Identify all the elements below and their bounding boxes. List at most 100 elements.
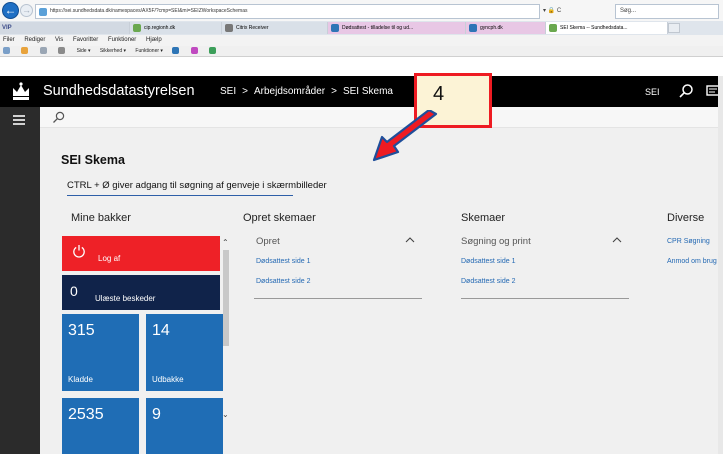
chevron-down-icon[interactable]: ⌄ <box>222 410 229 419</box>
tile-count: 315 <box>68 322 95 339</box>
divider <box>461 298 629 299</box>
logoff-tile[interactable]: Log af <box>62 236 220 271</box>
command-bar: Side ▾ Sikkerhed ▾ Funktioner ▾ <box>0 46 723 57</box>
print-icon[interactable] <box>58 47 67 55</box>
tile-count: 0 <box>70 283 78 299</box>
divider <box>254 298 422 299</box>
breadcrumb: SEI > Arbejdsområder > SEI Skema <box>220 84 393 99</box>
menu-funktioner[interactable]: Funktioner <box>108 37 136 43</box>
browser-search-input[interactable]: Søg... <box>615 4 719 19</box>
heading-diverse: Diverse <box>667 212 705 224</box>
chevron-up-icon[interactable] <box>612 235 622 245</box>
link-cpr-sogning[interactable]: CPR Søgning <box>667 238 710 245</box>
udbakke-tile[interactable]: 14 Udbakke <box>146 314 223 391</box>
arrow-icon <box>372 110 438 162</box>
tip-underline <box>67 195 293 196</box>
chevron-up-icon[interactable]: ⌃ <box>222 238 229 247</box>
nav-rail <box>0 107 40 454</box>
menu-favoritter[interactable]: Favoritter <box>73 37 98 43</box>
cmd-funktioner[interactable]: Funktioner ▾ <box>135 48 163 54</box>
tiles-scrollbar[interactable]: ⌃ ⌄ <box>222 236 230 454</box>
cmd-sikkerhed[interactable]: Sikkerhed ▾ <box>100 48 126 54</box>
heading-skemaer: Skemaer <box>461 212 506 224</box>
section-sogning-og-print[interactable]: Søgning og print <box>461 236 531 247</box>
tile-count-2535[interactable]: 2535 <box>62 398 139 454</box>
back-button[interactable]: ← <box>2 2 19 19</box>
shortcut-tip: CTRL + Ø giver adgang til søgning af gen… <box>67 180 327 191</box>
search-icon[interactable] <box>52 111 65 124</box>
crumb-sei[interactable]: SEI <box>220 86 236 97</box>
tile-label: Ulæste beskeder <box>95 294 156 303</box>
site-icon <box>39 8 47 16</box>
address-tools[interactable]: ▾ 🔒 C <box>543 4 613 19</box>
tab-label: SEI Skema -- Sundhedsdata... <box>560 25 628 31</box>
tile-count: 2535 <box>68 406 104 423</box>
tile-count: 14 <box>152 322 170 339</box>
tab-label: Citrix Receiver <box>236 25 269 31</box>
tab-dodsattest[interactable]: Dødsattest - tilladelse til og ud... <box>328 22 466 34</box>
menu-filer[interactable]: Filer <box>3 37 15 43</box>
new-tab-button[interactable] <box>668 23 680 33</box>
help-icon[interactable] <box>172 47 181 55</box>
menu-bar: Filer Rediger Vis Favoritter Funktioner … <box>0 35 723 46</box>
tile-count-9[interactable]: 9 <box>146 398 223 454</box>
step-number: 4 <box>433 83 445 105</box>
tab-citrix[interactable]: Citrix Receiver <box>222 22 328 34</box>
screen: ← → https://sei.sundhedsdata.dk/namespac… <box>0 0 723 454</box>
tab-label: cip.regionh.dk <box>144 25 176 31</box>
tile-count: 9 <box>152 406 161 423</box>
crown-icon <box>13 82 29 100</box>
page-icon <box>469 24 477 32</box>
tab-gyncph[interactable]: gyncph.dk <box>466 22 546 34</box>
menu-rediger[interactable]: Rediger <box>24 37 45 43</box>
workspace: SEI Skema CTRL + Ø giver adgang til søgn… <box>40 128 723 454</box>
chevron-up-icon[interactable] <box>405 235 415 245</box>
address-bar[interactable]: https://sei.sundhedsdata.dk/namespaces/A… <box>35 4 540 19</box>
crumb-separator: > <box>331 86 337 97</box>
link-opret-dodsattest-1[interactable]: Dødsattest side 1 <box>256 258 310 265</box>
crumb-separator: > <box>242 86 248 97</box>
page-icon <box>133 24 141 32</box>
app-title[interactable]: Sundhedsdatastyrelsen <box>43 83 195 100</box>
citrix-icon <box>225 24 233 32</box>
crumb-arbejdsomraader[interactable]: Arbejdsområder <box>254 86 325 97</box>
link-opret-dodsattest-2[interactable]: Dødsattest side 2 <box>256 278 310 285</box>
crumb-sei-skema[interactable]: SEI Skema <box>343 86 393 97</box>
tile-label: Udbakke <box>152 375 184 384</box>
mail-icon[interactable] <box>39 47 49 55</box>
app-header: Sundhedsdatastyrelsen SEI > Arbejdsområder… <box>0 76 723 107</box>
tab-label: Dødsattest - tilladelse til og ud... <box>342 25 414 31</box>
forward-button[interactable]: → <box>20 4 33 17</box>
section-opret[interactable]: Opret <box>256 236 280 247</box>
power-icon <box>73 245 85 258</box>
tab-cip[interactable]: cip.regionh.dk <box>130 22 222 34</box>
user-label[interactable]: SEI <box>645 85 660 99</box>
search-icon[interactable] <box>678 83 694 99</box>
heading-opret-skemaer: Opret skemaer <box>243 212 316 224</box>
tab-sei-skema[interactable]: SEI Skema -- Sundhedsdata... <box>546 22 668 34</box>
page-icon <box>549 24 557 32</box>
feeds-icon[interactable] <box>21 47 30 55</box>
tab-vip[interactable]: VIP <box>0 22 130 34</box>
tab-strip: VIP cip.regionh.dk Citrix Receiver Dødsa… <box>0 21 723 35</box>
scroll-thumb[interactable] <box>223 250 229 346</box>
cmd-side[interactable]: Side ▾ <box>77 48 91 54</box>
hamburger-icon[interactable] <box>13 115 25 125</box>
address-text: https://sei.sundhedsdata.dk/namespaces/A… <box>50 8 248 14</box>
page-edge <box>718 76 723 454</box>
home-icon[interactable] <box>3 47 12 55</box>
link-search-dodsattest-2[interactable]: Dødsattest side 2 <box>461 278 515 285</box>
menu-vis[interactable]: Vis <box>55 37 63 43</box>
page-icon <box>331 24 339 32</box>
tile-label: Log af <box>98 254 121 263</box>
link-anmod-om-brug[interactable]: Anmod om brug <box>667 258 717 265</box>
addon-icon[interactable] <box>190 47 200 55</box>
addon-icon[interactable] <box>209 47 218 55</box>
link-search-dodsattest-1[interactable]: Dødsattest side 1 <box>461 258 515 265</box>
heading-mine-bakker: Mine bakker <box>71 212 131 224</box>
menu-hjaelp[interactable]: Hjælp <box>146 37 162 43</box>
tiles-panel: Log af 0 Ulæste beskeder 315 Kladde 14 U… <box>62 236 230 454</box>
unread-messages-tile[interactable]: 0 Ulæste beskeder <box>62 275 220 310</box>
tile-label: Kladde <box>68 375 93 384</box>
kladde-tile[interactable]: 315 Kladde <box>62 314 139 391</box>
